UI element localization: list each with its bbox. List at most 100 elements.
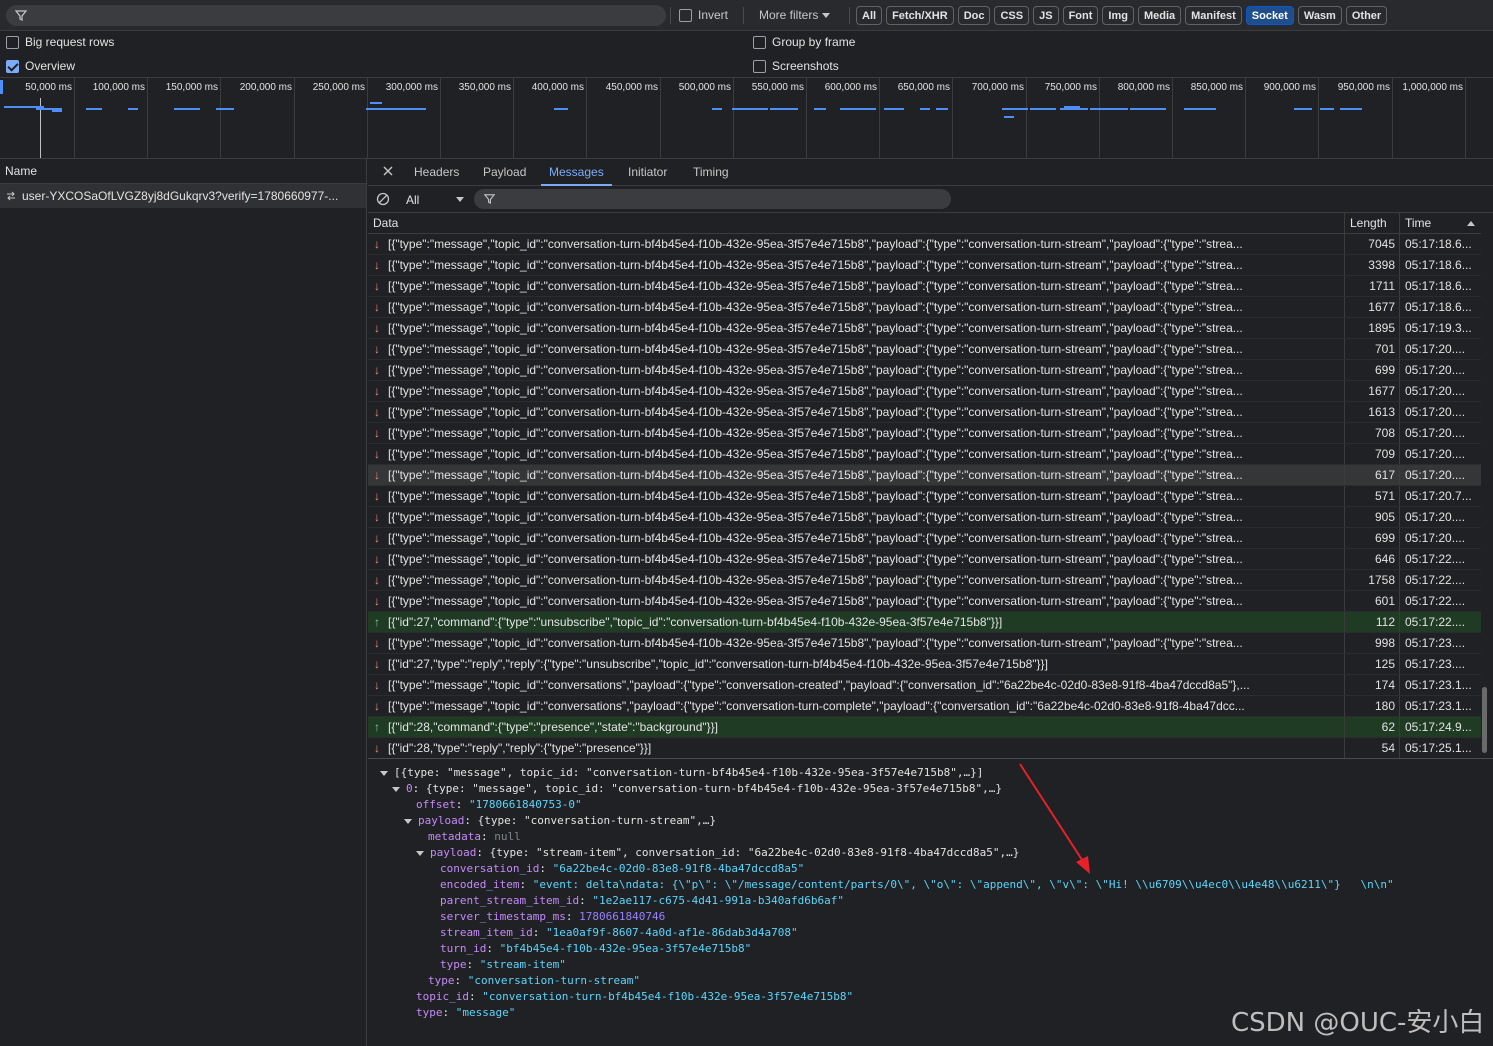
- message-data: [{"type":"message","topic_id":"conversat…: [388, 699, 1245, 713]
- big-request-rows-box[interactable]: [6, 35, 19, 49]
- message-row[interactable]: ↓ [{"type":"message","topic_id":"conversa…: [368, 507, 1481, 528]
- type-filter-font[interactable]: Font: [1062, 6, 1099, 25]
- tree-node-inner-payload[interactable]: payload: {type: "stream-item", conversat…: [416, 845, 1019, 861]
- message-row[interactable]: ↓ [{"type":"message","topic_id":"conversa…: [368, 696, 1481, 717]
- chevron-down-icon: [456, 197, 464, 202]
- type-filter-fetch-xhr[interactable]: Fetch/XHR: [886, 6, 954, 25]
- data-column-header[interactable]: Data: [368, 213, 1345, 233]
- group-by-frame-checkbox[interactable]: Group by frame: [753, 35, 855, 49]
- expand-caret-icon[interactable]: [392, 786, 400, 792]
- tab-timing[interactable]: Timing: [693, 165, 729, 186]
- messages-scrollbar[interactable]: [1482, 687, 1487, 753]
- tree-value: {type: "conversation-turn-stream",…}: [477, 814, 717, 827]
- message-time: 05:17:25.1...: [1405, 741, 1472, 755]
- message-row[interactable]: ↓ [{"type":"message","topic_id":"conversa…: [368, 486, 1481, 507]
- request-row[interactable]: user-YXCOSaOfLVGZ8yj8dGukqrv3?verify=178…: [0, 184, 366, 208]
- message-row[interactable]: ↓ [{"type":"message","topic_id":"conversa…: [368, 549, 1481, 570]
- overview-box[interactable]: [6, 59, 19, 73]
- message-row[interactable]: ↓ [{"type":"message","topic_id":"conversa…: [368, 402, 1481, 423]
- type-filter-socket[interactable]: Socket: [1245, 6, 1294, 25]
- type-filter-doc[interactable]: Doc: [957, 6, 991, 25]
- watermark-text: CSDN @OUC-安小白: [1231, 1008, 1485, 1038]
- tree-key: conversation_id: [440, 862, 540, 875]
- type-filter-js[interactable]: JS: [1033, 6, 1059, 25]
- type-filter-img[interactable]: Img: [1102, 6, 1134, 25]
- type-filter-media[interactable]: Media: [1137, 6, 1182, 25]
- tree-node-0[interactable]: 0: {type: "message", topic_id: "conversa…: [392, 781, 1002, 797]
- message-row[interactable]: ↓ [{"type":"message","topic_id":"conversa…: [368, 381, 1481, 402]
- overview-tick: 400,000 ms: [532, 78, 587, 158]
- message-data-cell: ↓ [{"type":"message","topic_id":"conversa…: [368, 276, 1345, 296]
- message-time: 05:17:20....: [1405, 426, 1466, 440]
- close-icon[interactable]: [382, 165, 394, 177]
- tab-initiator[interactable]: Initiator: [628, 165, 667, 186]
- expand-caret-icon[interactable]: [380, 770, 388, 776]
- tab-messages[interactable]: Messages: [541, 165, 612, 186]
- expand-caret-icon[interactable]: [416, 850, 424, 856]
- name-column-header[interactable]: Name: [0, 159, 366, 184]
- message-row[interactable]: ↓ [{"type":"message","topic_id":"conversa…: [368, 234, 1481, 255]
- message-search-input[interactable]: [474, 189, 951, 209]
- message-row[interactable]: ↓ [{"type":"message","topic_id":"conversa…: [368, 444, 1481, 465]
- screenshots-box[interactable]: [753, 59, 766, 73]
- message-row[interactable]: ↓ [{"type":"message","topic_id":"conversa…: [368, 297, 1481, 318]
- type-filter-wasm[interactable]: Wasm: [1297, 6, 1342, 25]
- overview-tick: 800,000 ms: [1118, 78, 1173, 158]
- message-row[interactable]: ↓ [{"id":28,"type":"reply","reply":{"type…: [368, 738, 1481, 758]
- invert-checkbox-box[interactable]: [679, 8, 692, 22]
- message-row[interactable]: ↓ [{"type":"message","topic_id":"conversa…: [368, 423, 1481, 444]
- message-row[interactable]: ↓ [{"id":27,"type":"reply","reply":{"type…: [368, 654, 1481, 675]
- message-time: 05:17:22....: [1405, 573, 1466, 587]
- message-data: [{"type":"message","topic_id":"conversat…: [388, 447, 1243, 461]
- overview-activity-bar: [936, 108, 948, 110]
- tab-payload[interactable]: Payload: [483, 165, 526, 186]
- message-row[interactable]: ↓ [{"type":"message","topic_id":"conversa…: [368, 255, 1481, 276]
- overview-checkbox[interactable]: Overview: [6, 59, 75, 73]
- message-row[interactable]: ↓ [{"type":"message","topic_id":"conversa…: [368, 570, 1481, 591]
- received-arrow-icon: ↓: [374, 552, 380, 566]
- message-row[interactable]: ↓ [{"type":"message","topic_id":"conversa…: [368, 675, 1481, 696]
- type-filter-other[interactable]: Other: [1345, 6, 1388, 25]
- message-row[interactable]: ↓ [{"type":"message","topic_id":"conversa…: [368, 633, 1481, 654]
- invert-checkbox[interactable]: Invert: [679, 8, 728, 22]
- big-request-rows-checkbox[interactable]: Big request rows: [6, 35, 114, 49]
- message-row[interactable]: ↓ [{"type":"message","topic_id":"conversa…: [368, 591, 1481, 612]
- message-row[interactable]: ↑ [{"id":28,"command":{"type":"presence",…: [368, 717, 1481, 738]
- message-type-select[interactable]: All: [406, 193, 419, 207]
- overview-tick-label: 250,000 ms: [312, 82, 365, 93]
- type-filter-manifest[interactable]: Manifest: [1185, 6, 1242, 25]
- tree-value: "conversation-turn-bf4b45e4-f10b-432e-95…: [482, 990, 854, 1003]
- message-row[interactable]: ↓ [{"type":"message","topic_id":"conversa…: [368, 276, 1481, 297]
- tree-root[interactable]: [{type: "message", topic_id: "conversati…: [380, 765, 983, 781]
- type-filter-all[interactable]: All: [856, 6, 883, 25]
- big-request-rows-label: Big request rows: [25, 35, 115, 49]
- filter-input-container[interactable]: [6, 5, 666, 26]
- message-row[interactable]: ↓ [{"type":"message","topic_id":"conversa…: [368, 528, 1481, 549]
- message-time: 05:17:20.7...: [1405, 489, 1472, 503]
- message-row[interactable]: ↓ [{"type":"message","topic_id":"conversa…: [368, 318, 1481, 339]
- message-row[interactable]: ↓ [{"type":"message","topic_id":"conversa…: [368, 465, 1481, 486]
- overview-tick: 50,000 ms: [25, 78, 75, 158]
- length-column-header[interactable]: Length: [1345, 213, 1400, 233]
- tree-node-payload[interactable]: payload: {type: "conversation-turn-strea…: [404, 813, 716, 829]
- time-column-header[interactable]: Time: [1400, 213, 1481, 233]
- screenshots-checkbox[interactable]: Screenshots: [753, 59, 839, 73]
- length-column-label: Length: [1350, 216, 1387, 230]
- tree-node-topic-id: topic_id: "conversation-turn-bf4b45e4-f1…: [416, 990, 854, 1003]
- group-by-frame-box[interactable]: [753, 35, 766, 49]
- overview-window-handle[interactable]: [0, 80, 3, 94]
- message-row[interactable]: ↑ [{"id":27,"command":{"type":"unsubscrib…: [368, 612, 1481, 633]
- overview-tick-label: 50,000 ms: [25, 82, 72, 93]
- message-row[interactable]: ↓ [{"type":"message","topic_id":"conversa…: [368, 339, 1481, 360]
- expand-caret-icon[interactable]: [404, 818, 412, 824]
- tab-headers[interactable]: Headers: [414, 165, 459, 186]
- type-filter-css[interactable]: CSS: [994, 6, 1030, 25]
- message-data-cell: ↓ [{"type":"message","topic_id":"conversa…: [368, 423, 1345, 443]
- message-row[interactable]: ↓ [{"type":"message","topic_id":"conversa…: [368, 360, 1481, 381]
- more-filters-dropdown[interactable]: More filters: [759, 8, 831, 22]
- network-overview-timeline[interactable]: 50,000 ms 100,000 ms 150,000 ms 200,000 ms 2…: [0, 77, 1493, 159]
- filter-input[interactable]: [32, 7, 652, 24]
- message-length: 699: [1345, 360, 1400, 380]
- clear-messages-icon[interactable]: [376, 192, 390, 206]
- received-arrow-icon: ↓: [374, 300, 380, 314]
